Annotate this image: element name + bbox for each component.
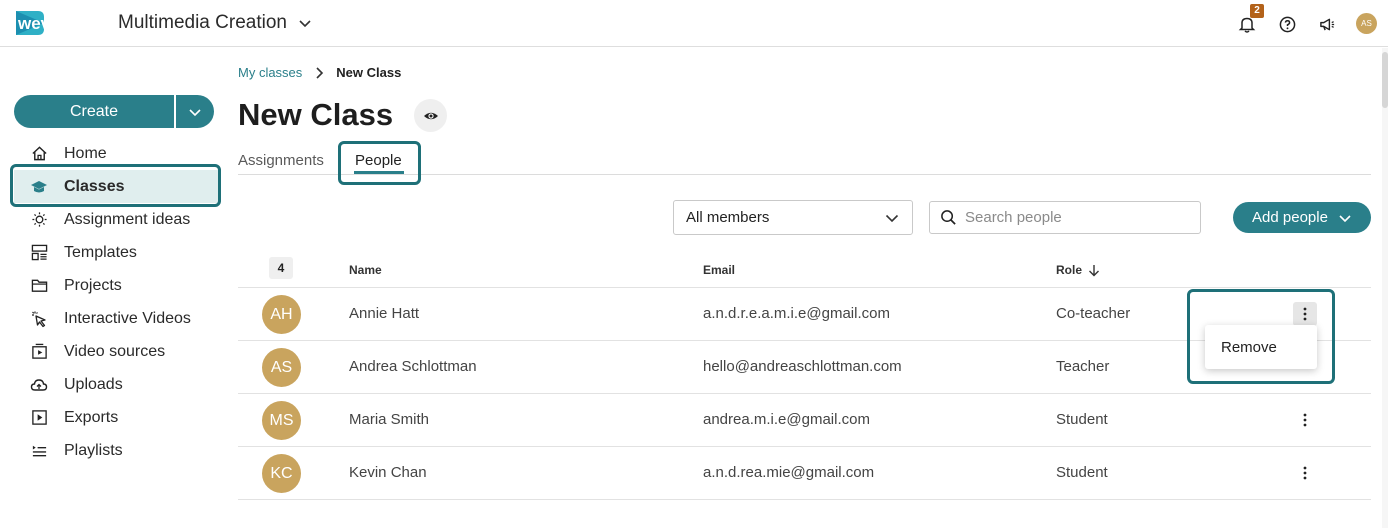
sidebar-item-label: Assignment ideas xyxy=(64,210,191,228)
member-role: Student xyxy=(1056,464,1108,481)
more-vertical-icon xyxy=(1303,466,1307,480)
create-button-group: Create xyxy=(14,95,214,128)
top-bar: wevideo Multimedia Creation 2 AS xyxy=(0,0,1388,47)
help-button[interactable] xyxy=(1276,13,1298,35)
video-source-icon xyxy=(30,343,48,361)
breadcrumb: My classes New Class xyxy=(238,65,401,80)
column-header-role-label: Role xyxy=(1056,263,1083,277)
members-filter-value: All members xyxy=(686,209,770,226)
member-role: Co-teacher xyxy=(1056,305,1131,322)
workspace-switcher[interactable]: Multimedia Creation xyxy=(118,12,313,34)
create-button[interactable]: Create xyxy=(14,95,174,128)
chevron-down-icon xyxy=(1339,214,1351,222)
playlist-icon xyxy=(30,442,48,460)
sidebar-item-exports[interactable]: Exports xyxy=(14,401,220,434)
create-dropdown-button[interactable] xyxy=(176,95,214,128)
sidebar-item-label: Exports xyxy=(64,408,119,426)
member-count-badge: 4 xyxy=(269,257,293,279)
breadcrumb-my-classes-link[interactable]: My classes xyxy=(238,65,302,80)
add-people-label: Add people xyxy=(1252,209,1328,226)
row-actions-highlight-outline xyxy=(1187,289,1335,384)
announcements-button[interactable] xyxy=(1316,13,1338,35)
column-header-name[interactable]: Name xyxy=(349,263,382,277)
help-icon xyxy=(1279,16,1295,32)
cloud-upload-icon xyxy=(30,376,48,394)
chevron-down-icon xyxy=(299,20,311,28)
sidebar-item-label: Projects xyxy=(64,276,122,294)
lightbulb-icon xyxy=(30,211,48,229)
member-role: Teacher xyxy=(1056,358,1110,375)
sidebar-item-projects[interactable]: Projects xyxy=(14,269,220,302)
preview-button[interactable] xyxy=(414,99,447,132)
sidebar-item-label: Video sources xyxy=(64,342,166,360)
folder-icon xyxy=(30,277,48,295)
member-email: a.n.d.r.e.a.m.i.e@gmail.com xyxy=(703,305,890,322)
sidebar-item-playlists[interactable]: Playlists xyxy=(14,434,220,467)
member-name: Maria Smith xyxy=(349,411,430,428)
sidebar-item-uploads[interactable]: Uploads xyxy=(14,368,220,401)
sidebar-item-assignment-ideas[interactable]: Assignment ideas xyxy=(14,203,220,236)
wevideo-logo[interactable]: wevideo xyxy=(14,7,98,39)
cursor-click-icon xyxy=(30,310,48,328)
tab-assignments[interactable]: Assignments xyxy=(238,152,324,169)
member-avatar: AS xyxy=(262,348,301,387)
member-email: andrea.m.i.e@gmail.com xyxy=(703,411,870,428)
notification-badge: 2 xyxy=(1250,4,1264,18)
people-table-header: 4 Name Email Role xyxy=(238,256,1371,288)
sort-down-arrow-icon xyxy=(1089,264,1100,276)
sidebar-item-templates[interactable]: Templates xyxy=(14,236,220,269)
search-people-field xyxy=(929,201,1201,234)
sidebar-item-label: Templates xyxy=(64,243,137,261)
home-icon xyxy=(30,145,48,163)
chevron-down-icon xyxy=(189,108,201,116)
classes-highlight-outline xyxy=(10,164,221,207)
member-role: Student xyxy=(1056,411,1108,428)
export-icon xyxy=(30,409,48,427)
scrollbar-thumb[interactable] xyxy=(1382,52,1388,108)
add-people-button[interactable]: Add people xyxy=(1233,202,1371,233)
member-name: Andrea Schlottman xyxy=(349,358,477,375)
page-title: New Class xyxy=(238,97,394,132)
member-email: a.n.d.rea.mie@gmail.com xyxy=(703,464,875,481)
sidebar-item-interactive-videos[interactable]: Interactive Videos xyxy=(14,302,220,335)
sidebar-item-label: Home xyxy=(64,144,107,162)
user-avatar[interactable]: AS xyxy=(1356,13,1377,34)
sidebar-item-label: Uploads xyxy=(64,375,123,393)
member-avatar: AH xyxy=(262,295,301,334)
people-tab-highlight-outline xyxy=(338,141,421,185)
member-email: hello@andreaschlottman.com xyxy=(703,358,902,375)
megaphone-icon xyxy=(1319,18,1334,30)
page-scrollbar[interactable] xyxy=(1382,48,1388,528)
templates-icon xyxy=(30,244,48,262)
chevron-right-icon xyxy=(316,66,324,79)
member-name: Annie Hatt xyxy=(349,305,420,322)
search-people-input[interactable] xyxy=(965,209,1185,226)
column-header-email[interactable]: Email xyxy=(703,263,735,277)
breadcrumb-current: New Class xyxy=(336,65,402,80)
search-icon xyxy=(941,210,956,225)
eye-icon xyxy=(423,112,438,119)
more-vertical-icon xyxy=(1303,413,1307,427)
column-header-role[interactable]: Role xyxy=(1056,263,1100,277)
sidebar-item-video-sources[interactable]: Video sources xyxy=(14,335,220,368)
sidebar-item-label: Interactive Videos xyxy=(64,309,191,327)
table-row: KC Kevin Chan a.n.d.rea.mie@gmail.com St… xyxy=(238,447,1371,500)
table-row: MS Maria Smith andrea.m.i.e@gmail.com St… xyxy=(238,394,1371,447)
row-actions-button[interactable] xyxy=(1293,461,1317,485)
svg-text:wevideo: wevideo xyxy=(17,14,85,33)
members-filter-select[interactable]: All members xyxy=(673,200,913,235)
row-actions-button[interactable] xyxy=(1293,408,1317,432)
member-avatar: KC xyxy=(262,454,301,493)
member-avatar: MS xyxy=(262,401,301,440)
workspace-name: Multimedia Creation xyxy=(118,12,287,33)
member-name: Kevin Chan xyxy=(349,464,427,481)
sidebar-item-label: Playlists xyxy=(64,441,123,459)
chevron-down-icon xyxy=(885,214,899,222)
